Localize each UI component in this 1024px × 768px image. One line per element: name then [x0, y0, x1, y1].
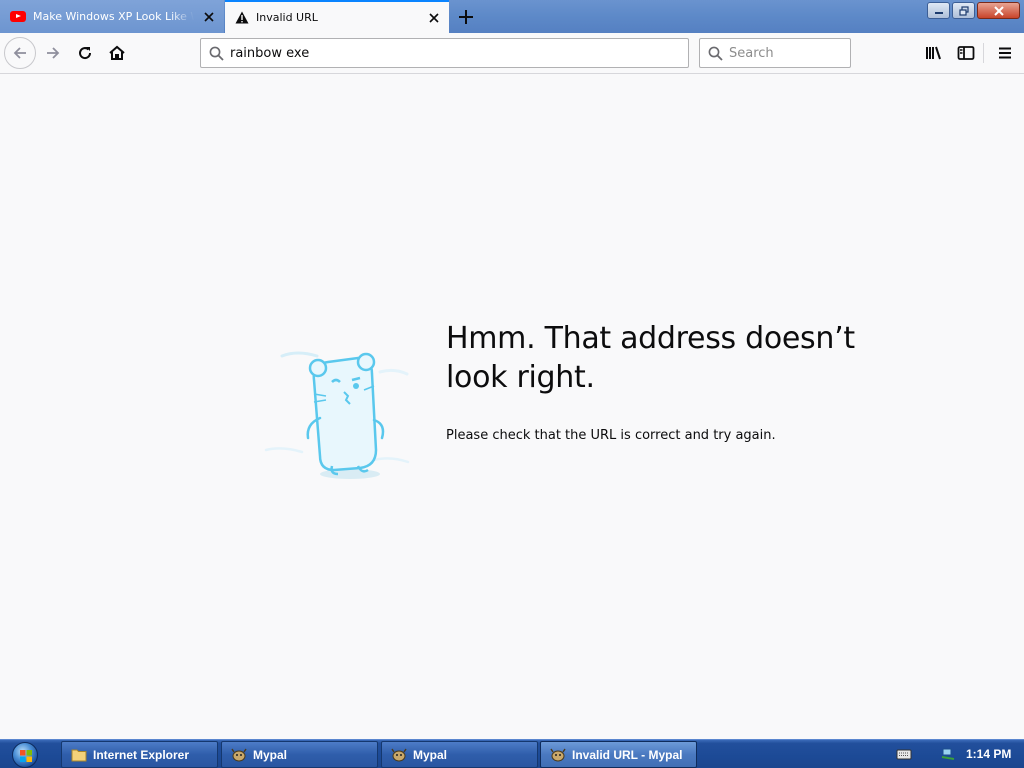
- navigation-toolbar: rainbow exe Search: [0, 33, 1024, 74]
- taskbar-button-label: Invalid URL - Mypal: [572, 747, 683, 762]
- hamburger-menu-icon: [999, 47, 1011, 59]
- close-icon: [993, 5, 1004, 16]
- error-description: Please check that the URL is correct and…: [446, 428, 776, 443]
- library-button[interactable]: [919, 38, 949, 68]
- search-icon: [209, 46, 224, 61]
- minimize-window-button[interactable]: [927, 2, 950, 19]
- mypal-icon: [550, 748, 566, 761]
- mypal-icon: [391, 748, 407, 761]
- library-icon: [926, 46, 941, 60]
- tab-label: Invalid URL: [256, 11, 318, 24]
- taskbar-button-invalid-url-mypal[interactable]: Invalid URL - Mypal: [540, 741, 697, 768]
- minimize-icon: [934, 11, 943, 14]
- confused-hamster-illustration: [264, 351, 410, 479]
- tab-invalid-url[interactable]: Invalid URL: [225, 0, 449, 33]
- url-input[interactable]: rainbow exe: [200, 38, 689, 68]
- forward-button[interactable]: [38, 38, 68, 68]
- keyboard-icon[interactable]: [896, 747, 912, 761]
- taskbar-button-label: Mypal: [253, 747, 288, 762]
- toolbar-separator: [983, 43, 984, 63]
- network-icon[interactable]: [940, 747, 956, 761]
- home-icon: [109, 45, 125, 60]
- home-button[interactable]: [102, 38, 132, 68]
- warning-icon: [235, 11, 249, 24]
- clock[interactable]: 1:14 PM: [966, 747, 1011, 761]
- url-value: rainbow exe: [230, 45, 310, 61]
- tab-label: Make Windows XP Look Like Wi: [33, 10, 194, 23]
- reload-icon: [79, 47, 92, 60]
- new-tab-button[interactable]: [450, 0, 482, 33]
- youtube-icon: [10, 11, 26, 22]
- back-button[interactable]: [4, 37, 36, 69]
- error-title: Hmm. That address doesn’t look right.: [446, 321, 855, 395]
- error-page: Hmm. That address doesn’t look right. Pl…: [0, 74, 1024, 739]
- mypal-icon: [231, 748, 247, 761]
- search-placeholder: Search: [729, 45, 774, 61]
- windows-orb-icon: [12, 741, 38, 768]
- search-input[interactable]: Search: [699, 38, 851, 68]
- start-button[interactable]: [4, 740, 46, 768]
- sidebar-icon: [957, 46, 975, 60]
- taskbar-button-internet-explorer[interactable]: Internet Explorer: [61, 741, 218, 768]
- taskbar-button-label: Internet Explorer: [93, 747, 190, 762]
- menu-button[interactable]: [990, 38, 1020, 68]
- restore-icon: [958, 5, 969, 16]
- arrow-right-icon: [47, 47, 60, 59]
- tab-youtube[interactable]: Make Windows XP Look Like Wi: [0, 0, 224, 33]
- folder-icon: [71, 749, 87, 761]
- reload-button[interactable]: [70, 38, 100, 68]
- taskbar: Internet Explorer Mypal Mypal Invalid UR…: [0, 739, 1024, 768]
- sidebar-button[interactable]: [951, 38, 981, 68]
- arrow-left-icon: [13, 47, 26, 59]
- close-window-button[interactable]: [977, 2, 1020, 19]
- search-icon: [708, 46, 723, 61]
- plus-icon: [459, 9, 473, 24]
- window-controls: [927, 2, 1020, 19]
- taskbar-button-mypal[interactable]: Mypal: [221, 741, 378, 768]
- taskbar-button-label: Mypal: [413, 747, 448, 762]
- restore-window-button[interactable]: [952, 2, 975, 19]
- tab-bar: Make Windows XP Look Like Wi Invalid URL: [0, 0, 1024, 33]
- close-tab-icon[interactable]: [194, 0, 224, 33]
- taskbar-button-mypal[interactable]: Mypal: [381, 741, 538, 768]
- close-tab-icon[interactable]: [419, 1, 449, 34]
